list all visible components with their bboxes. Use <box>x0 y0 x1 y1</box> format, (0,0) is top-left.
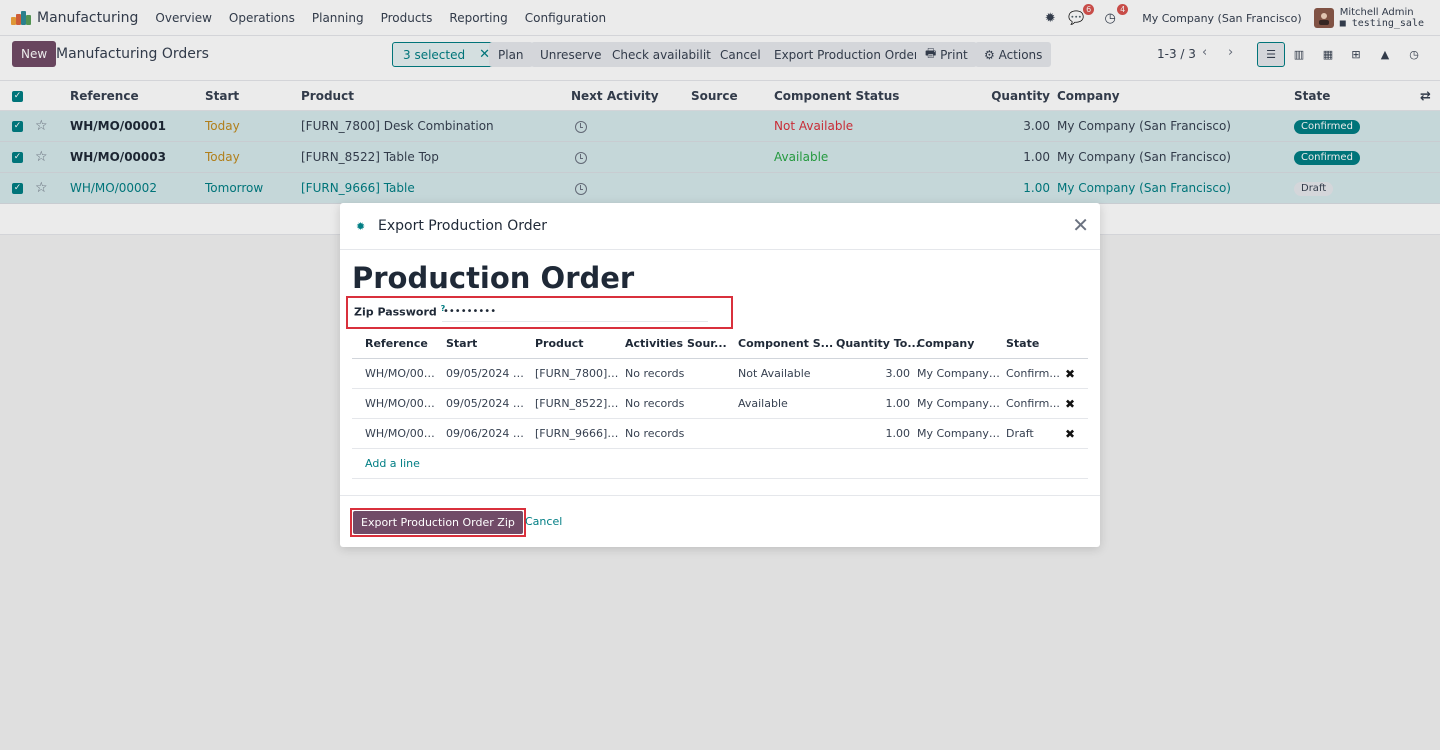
sub-column-quantity[interactable]: Quantity To... <box>836 329 920 359</box>
sub-row-state: Draft <box>1006 427 1034 440</box>
zip-password-field: Zip Password ? <box>346 296 733 329</box>
production-orders-table: Reference Start Product Activities Sour.… <box>352 329 1088 479</box>
sub-column-company[interactable]: Company <box>917 329 974 359</box>
sub-row-start: 09/05/2024 1... <box>446 397 530 410</box>
sub-column-activities[interactable]: Activities <box>625 329 683 359</box>
export-zip-button[interactable]: Export Production Order Zip <box>350 508 526 537</box>
sub-row-start: 09/05/2024 1... <box>446 367 530 380</box>
sub-row-product: [FURN_7800] ... <box>535 367 619 380</box>
delete-row-icon[interactable]: ✖ <box>1065 359 1075 389</box>
add-line-row: Add a line <box>352 449 1088 479</box>
sub-column-source[interactable]: Sour... <box>687 329 727 359</box>
sub-row-product: [FURN_9666] ... <box>535 427 619 440</box>
sub-row-state: Confirm... <box>1006 397 1060 410</box>
sub-row-reference: WH/MO/000... <box>365 367 441 380</box>
sub-table-header: Reference Start Product Activities Sour.… <box>352 329 1088 359</box>
sub-column-product[interactable]: Product <box>535 329 584 359</box>
delete-row-icon[interactable]: ✖ <box>1065 419 1075 449</box>
sub-table-row[interactable]: WH/MO/000... 09/05/2024 1... [FURN_7800]… <box>352 359 1088 389</box>
sub-row-quantity: 3.00 <box>885 367 911 380</box>
delete-row-icon[interactable]: ✖ <box>1065 389 1075 419</box>
sub-column-start[interactable]: Start <box>446 329 477 359</box>
sub-row-component-status: Available <box>738 397 788 410</box>
form-title: Production Order <box>352 261 635 295</box>
bug-icon: ✹ <box>356 220 366 233</box>
sub-column-state[interactable]: State <box>1006 329 1039 359</box>
sub-row-state: Confirm... <box>1006 367 1060 380</box>
sub-row-company: My Company (... <box>917 397 1001 410</box>
close-icon[interactable]: ✕ <box>1072 214 1089 236</box>
cancel-button[interactable]: Cancel <box>525 515 562 528</box>
sub-column-component-status[interactable]: Component S... <box>738 329 833 359</box>
sub-row-start: 09/06/2024 1... <box>446 427 530 440</box>
sub-table-row[interactable]: WH/MO/000... 09/06/2024 1... [FURN_9666]… <box>352 419 1088 449</box>
sub-row-quantity: 1.00 <box>885 397 911 410</box>
zip-password-label: Zip Password ? <box>354 304 446 319</box>
dialog-title: Export Production Order <box>378 218 547 234</box>
sub-row-product: [FURN_8522] ... <box>535 397 619 410</box>
sub-row-reference: WH/MO/000... <box>365 427 441 440</box>
export-dialog: ✹ Export Production Order ✕ Production O… <box>340 203 1100 547</box>
sub-row-activities: No records <box>625 427 685 440</box>
sub-row-activities: No records <box>625 367 685 380</box>
sub-table-row[interactable]: WH/MO/000... 09/05/2024 1... [FURN_8522]… <box>352 389 1088 419</box>
zip-password-input[interactable] <box>442 302 708 322</box>
sub-row-company: My Company (... <box>917 427 1001 440</box>
sub-column-reference[interactable]: Reference <box>365 329 428 359</box>
add-line-link[interactable]: Add a line <box>365 449 420 479</box>
sub-row-quantity: 1.00 <box>885 427 911 440</box>
sub-row-activities: No records <box>625 397 685 410</box>
sub-row-company: My Company (... <box>917 367 1001 380</box>
sub-row-component-status: Not Available <box>738 367 811 380</box>
dialog-footer: Export Production Order Zip Cancel <box>340 495 1100 547</box>
dialog-header: ✹ Export Production Order ✕ <box>340 203 1100 250</box>
sub-row-reference: WH/MO/000... <box>365 397 441 410</box>
